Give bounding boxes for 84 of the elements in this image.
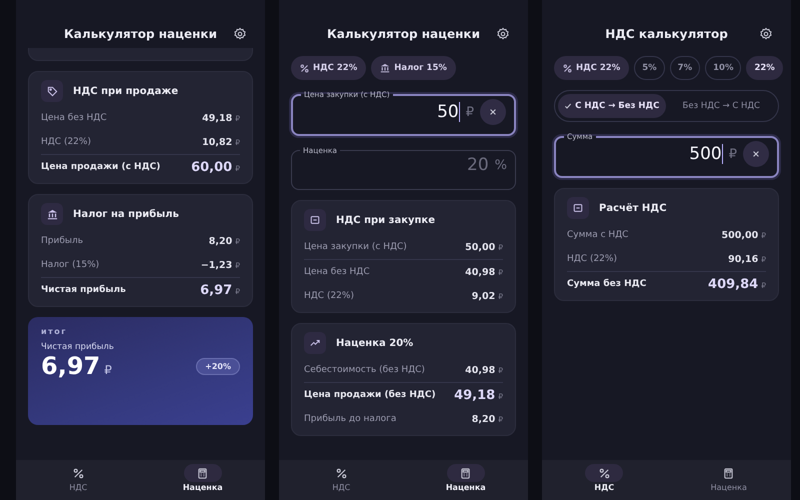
row-label: Цена без НДС (304, 267, 370, 277)
row-label: Прибыль (41, 236, 84, 246)
check-icon (564, 102, 572, 110)
nav-tab[interactable]: Наценка (666, 460, 791, 500)
row-label: Цена закупки (с НДС) (304, 242, 407, 252)
nav-tab[interactable]: Наценка (140, 460, 265, 500)
percent-icon (300, 64, 309, 72)
percent-icon (563, 64, 572, 72)
settings-icon[interactable] (759, 27, 773, 41)
tag-icon (46, 86, 58, 96)
row-label: Себестоимость (без НДС) (304, 365, 425, 375)
unit-sign: % (494, 158, 507, 172)
field-placeholder: 20 (467, 155, 489, 175)
settings-icon[interactable] (233, 27, 247, 41)
info-chip: Налог 15% (371, 56, 456, 80)
close-icon (752, 150, 760, 158)
summary-amount: 6,97 (41, 352, 100, 380)
card-title: НДС при закупке (336, 214, 435, 226)
mode-option[interactable]: Без НДС → С НДС (668, 94, 775, 118)
screen-title: Калькулятор наценки (64, 27, 217, 41)
calculator-icon (197, 468, 208, 478)
card-title: НДС при продаже (73, 86, 178, 96)
card-title: Налог на прибыль (73, 208, 179, 220)
row-label: Цена продажи (с НДС) (41, 162, 160, 172)
mode-option[interactable]: С НДС → Без НДС (558, 94, 666, 118)
row-value: 500,00 (722, 230, 758, 240)
row-value: 8,20 (472, 414, 496, 424)
row-label: Сумма без НДС (567, 279, 646, 289)
unit-sign: ₽ (466, 104, 474, 120)
info-chip: НДС 22% (291, 56, 366, 80)
card-title: Расчёт НДС (599, 202, 667, 214)
row-value: 60,00 (191, 160, 232, 174)
trend-icon (310, 338, 320, 348)
row-value: 6,97 (200, 282, 232, 298)
row-label: Цена продажи (без НДС) (304, 390, 436, 400)
info-chip: НДС 22% (554, 56, 630, 80)
row-value: 90,16 (728, 254, 758, 264)
row-value: 9,02 (472, 290, 496, 302)
currency-sign: ₽ (104, 363, 112, 377)
rate-chip[interactable]: 22% (746, 56, 783, 80)
summary-caption: итог (41, 327, 68, 336)
field-value: 50 (437, 102, 460, 122)
nav-tab[interactable]: НДС (279, 460, 404, 500)
rate-chip[interactable]: 5% (634, 56, 665, 80)
unit-sign: ₽ (728, 146, 737, 162)
row-label: Налог (15%) (41, 260, 100, 270)
settings-icon[interactable] (496, 27, 510, 41)
row-value: 8,20 (208, 236, 232, 246)
calculator-icon (460, 468, 472, 478)
receipt-icon (310, 215, 320, 225)
row-value: −1,23 (200, 260, 232, 270)
screen-title: НДС калькулятор (605, 27, 728, 41)
row-value: 40,98 (465, 266, 496, 278)
row-value: 50,00 (465, 242, 496, 252)
row-value: 409,84 (708, 276, 758, 292)
receipt-icon (573, 203, 583, 213)
rate-chip[interactable]: 10% (705, 56, 742, 80)
percent-icon (336, 468, 347, 478)
nav-tab[interactable]: НДС (16, 460, 140, 500)
screen-title: Калькулятор наценки (327, 27, 480, 41)
summary-label: Чистая прибыль (41, 342, 115, 352)
calculator-icon (723, 468, 734, 478)
row-label: НДС (22%) (41, 137, 91, 147)
row-label: Чистая прибыль (41, 285, 126, 295)
card-title: Наценка 20% (336, 338, 414, 348)
close-icon (489, 108, 497, 116)
field-value: 500 (689, 144, 723, 164)
rate-chip[interactable]: 7% (670, 56, 700, 80)
row-label: Прибыль до налога (304, 414, 396, 424)
percent-icon (598, 468, 610, 478)
row-label: Цена без НДС (41, 113, 107, 123)
nav-tab[interactable]: НДС (542, 460, 666, 500)
row-value: 10,82 (202, 136, 232, 148)
percent-icon (72, 468, 84, 478)
row-label: Сумма с НДС (567, 230, 628, 240)
row-label: НДС (22%) (304, 291, 354, 301)
row-value: 40,98 (465, 364, 496, 376)
row-value: 49,18 (202, 112, 232, 124)
markup-badge: +20% (196, 358, 240, 374)
bank-icon (46, 208, 58, 220)
row-label: НДС (22%) (567, 254, 617, 264)
bank-icon (380, 63, 390, 73)
row-value: 49,18 (454, 388, 496, 402)
nav-tab[interactable]: Наценка (404, 460, 528, 500)
